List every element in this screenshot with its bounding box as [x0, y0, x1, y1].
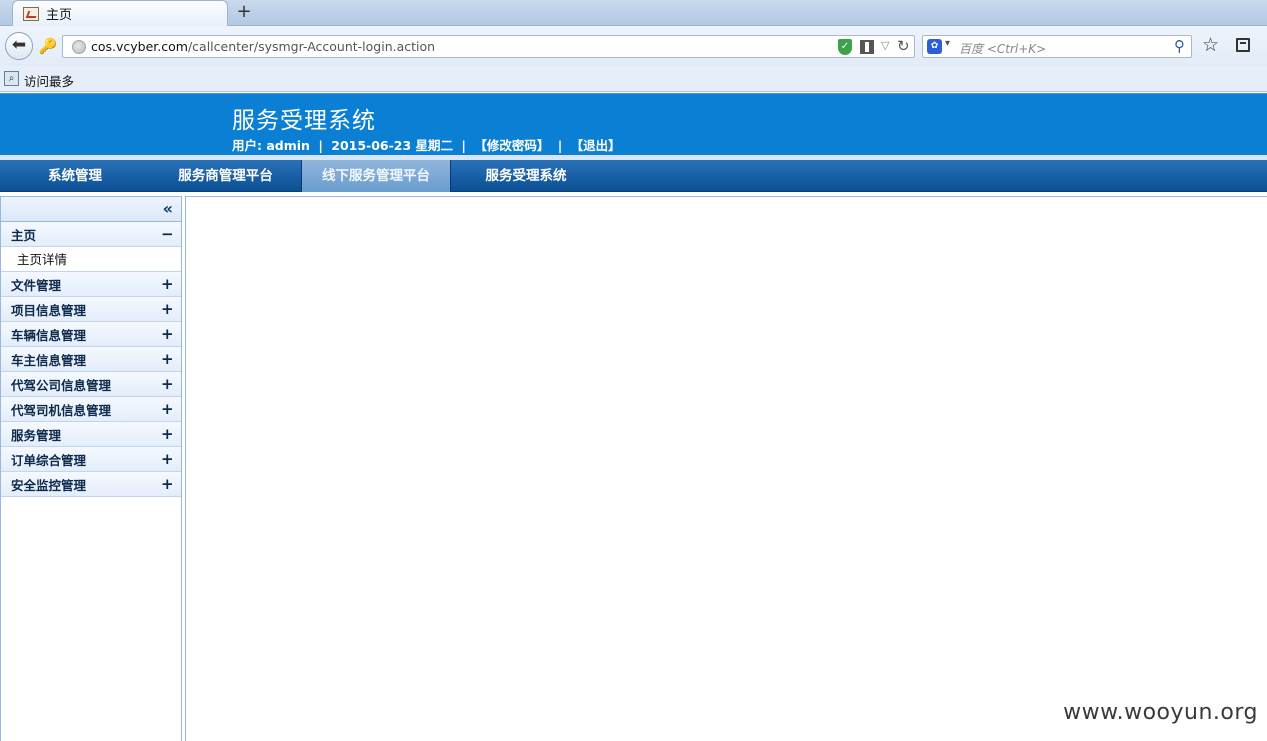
change-password-link[interactable]: 【修改密码】: [474, 138, 549, 153]
sidebar: « 主页 − 主页详情 文件管理 + 项目信息管理 + 车辆信息管理 + 车主信…: [0, 196, 182, 741]
user-info-line: 用户: admin | 2015-06-23 星期二 | 【修改密码】 | 【退…: [232, 135, 625, 154]
top-menu: 系统管理 服务商管理平台 线下服务管理平台 服务受理系统: [0, 160, 1267, 192]
back-arrow-icon: ⬅: [11, 35, 27, 55]
sidebar-group-label: 车主信息管理: [11, 352, 87, 368]
expand-plus-icon[interactable]: +: [161, 426, 174, 442]
browser-tab-home[interactable]: 主页: [12, 0, 228, 26]
logout-link[interactable]: 【退出】: [571, 138, 621, 153]
search-icon[interactable]: ⚲: [1174, 37, 1185, 55]
sidebar-group-file-management[interactable]: 文件管理 +: [1, 272, 181, 297]
expand-plus-icon[interactable]: +: [161, 476, 174, 492]
browser-tab-bar: 主页 +: [0, 0, 1267, 26]
engine-dropdown-icon[interactable]: ▾: [945, 38, 950, 49]
search-placeholder: 百度 <Ctrl+K>: [959, 42, 1047, 56]
sidebar-group-label: 主页: [11, 227, 37, 243]
sidebar-group-label: 订单综合管理: [11, 452, 87, 468]
shield-check-icon[interactable]: ✓: [838, 39, 852, 55]
menu-divider: [450, 160, 451, 192]
sidebar-item-home-detail[interactable]: 主页详情: [1, 247, 181, 272]
search-box[interactable]: ✿ ▾ 百度 <Ctrl+K> ⚲: [922, 35, 1192, 58]
browser-nav-bar: ⬅ 🔑 cos.vcyber.com/callcenter/sysmgr-Acc…: [0, 26, 1267, 66]
sidebar-group-label: 项目信息管理: [11, 302, 87, 318]
sidebar-group-label: 代驾司机信息管理: [11, 402, 112, 418]
watermark: www.wooyun.org: [1063, 700, 1258, 725]
globe-icon: [72, 40, 86, 54]
expand-plus-icon[interactable]: +: [161, 326, 174, 342]
sidebar-group-owner-info[interactable]: 车主信息管理 +: [1, 347, 181, 372]
expand-plus-icon[interactable]: +: [161, 451, 174, 467]
sidebar-group-label: 安全监控管理: [11, 477, 87, 493]
url-host: cos.vcyber.com: [91, 39, 188, 54]
expand-plus-icon[interactable]: +: [161, 351, 174, 367]
sidebar-group-label: 代驾公司信息管理: [11, 377, 112, 393]
bookmarks-toolbar: ⌕ 访问最多: [0, 66, 1267, 92]
sidebar-group-service-management[interactable]: 服务管理 +: [1, 422, 181, 447]
expand-plus-icon[interactable]: +: [161, 376, 174, 392]
sidebar-group-label: 车辆信息管理: [11, 327, 87, 343]
page-favicon-icon: [23, 6, 39, 21]
menu-offline-service-platform[interactable]: 线下服务管理平台: [302, 160, 450, 192]
url-path: /callcenter/sysmgr-Account-login.action: [187, 39, 436, 54]
menu-service-acceptance[interactable]: 服务受理系统: [451, 160, 601, 192]
most-visited-icon[interactable]: ⌕: [4, 71, 19, 86]
sidebar-group-home[interactable]: 主页 −: [1, 222, 181, 247]
expand-plus-icon[interactable]: +: [161, 401, 174, 417]
sidebar-group-vehicle-info[interactable]: 车辆信息管理 +: [1, 322, 181, 347]
separator: |: [461, 138, 466, 153]
reading-list-icon[interactable]: [1236, 38, 1250, 52]
sidebar-group-label: 文件管理: [11, 277, 62, 293]
expand-plus-icon[interactable]: +: [161, 276, 174, 292]
double-chevron-left-icon: «: [162, 199, 173, 218]
url-text[interactable]: cos.vcyber.com/callcenter/sysmgr-Account…: [91, 39, 435, 54]
qr-code-icon[interactable]: [860, 40, 874, 54]
expand-plus-icon[interactable]: +: [161, 301, 174, 317]
menu-system-management[interactable]: 系统管理: [0, 160, 150, 192]
collapse-minus-icon[interactable]: −: [161, 226, 174, 242]
sidebar-group-order-management[interactable]: 订单综合管理 +: [1, 447, 181, 472]
key-icon[interactable]: 🔑: [38, 36, 58, 56]
tab-title: 主页: [46, 8, 73, 23]
address-bar[interactable]: cos.vcyber.com/callcenter/sysmgr-Account…: [62, 35, 915, 58]
sidebar-group-project-info[interactable]: 项目信息管理 +: [1, 297, 181, 322]
url-dropdown-icon[interactable]: ▽: [881, 39, 889, 52]
current-date: 2015-06-23 星期二: [331, 138, 454, 153]
new-tab-button[interactable]: +: [234, 1, 254, 23]
sidebar-group-driver-info[interactable]: 代驾司机信息管理 +: [1, 397, 181, 422]
sidebar-group-security-monitoring[interactable]: 安全监控管理 +: [1, 472, 181, 497]
reload-icon[interactable]: ↻: [897, 37, 910, 55]
menu-divider: [301, 160, 302, 192]
app-title: 服务受理系统: [232, 108, 376, 134]
bookmark-most-visited[interactable]: 访问最多: [24, 71, 74, 90]
back-button[interactable]: ⬅: [5, 32, 33, 60]
baidu-paw-icon[interactable]: ✿: [927, 39, 942, 54]
separator: |: [557, 138, 563, 153]
app-header: 服务受理系统 用户: admin | 2015-06-23 星期二 | 【修改密…: [0, 93, 1267, 155]
separator: |: [318, 138, 323, 153]
sidebar-collapse-button[interactable]: «: [1, 197, 181, 222]
user-label: 用户: admin: [232, 138, 310, 153]
menu-provider-platform[interactable]: 服务商管理平台: [150, 160, 301, 192]
sidebar-group-driving-company[interactable]: 代驾公司信息管理 +: [1, 372, 181, 397]
main-content-area: [185, 196, 1267, 741]
sidebar-group-label: 服务管理: [11, 427, 62, 443]
bookmark-star-icon[interactable]: ☆: [1202, 34, 1219, 56]
